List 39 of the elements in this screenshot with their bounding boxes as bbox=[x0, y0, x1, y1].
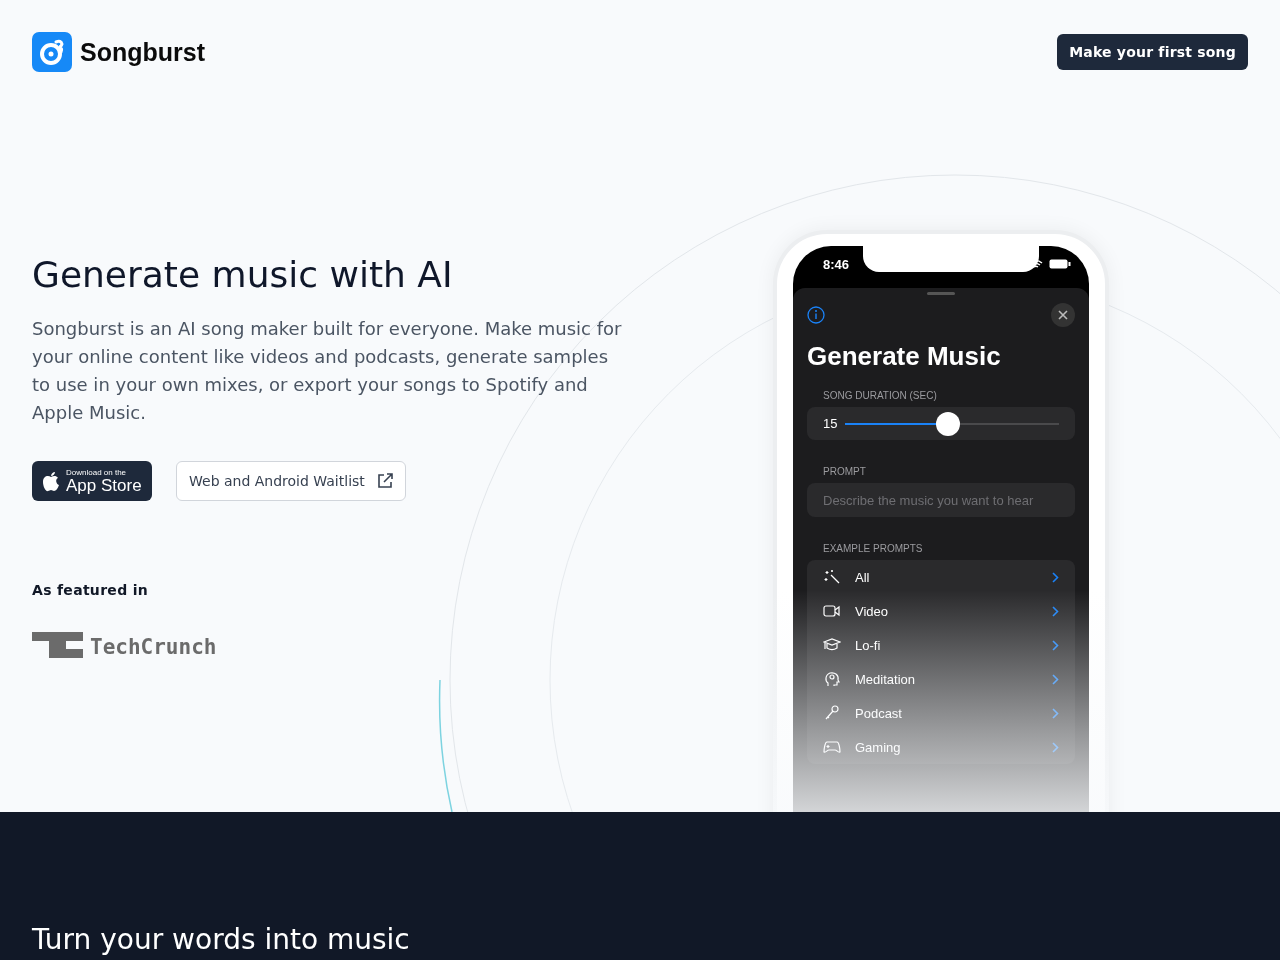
hero-title: Generate music with AI bbox=[32, 254, 454, 295]
section-label: EXAMPLE PROMPTS bbox=[823, 543, 924, 554]
section-label: SONG DURATION (SEC) bbox=[823, 390, 938, 401]
status-time: 8:46 bbox=[823, 256, 850, 272]
apple-icon bbox=[42, 470, 60, 492]
logo-icon bbox=[32, 32, 72, 72]
example-prompt-item[interactable]: Meditation bbox=[807, 662, 1075, 696]
chevron-right-icon bbox=[1052, 571, 1059, 583]
duration-slider[interactable] bbox=[845, 411, 1059, 436]
graduation-cap-icon bbox=[823, 637, 841, 653]
chevron-right-icon bbox=[1052, 673, 1059, 685]
techcrunch-wordmark: TechCrunch bbox=[90, 636, 217, 658]
external-link-icon bbox=[376, 473, 393, 489]
section-label: PROMPT bbox=[823, 466, 867, 477]
chevron-right-icon bbox=[1052, 639, 1059, 651]
chevron-right-icon bbox=[1052, 741, 1059, 753]
example-prompt-item[interactable]: All bbox=[807, 560, 1075, 594]
sheet-title: Generate Music bbox=[807, 341, 1002, 372]
featured-label: As featured in bbox=[32, 582, 149, 598]
close-button[interactable] bbox=[1051, 303, 1075, 327]
chevron-right-icon bbox=[1052, 605, 1059, 617]
waitlist-button[interactable]: Web and Android Waitlist bbox=[176, 461, 406, 501]
gamepad-icon bbox=[823, 739, 841, 755]
techcrunch-logo-icon bbox=[32, 632, 83, 658]
example-prompt-item[interactable]: Video bbox=[807, 594, 1075, 628]
brand-name: Songburst bbox=[80, 37, 205, 67]
magic-wand-icon bbox=[823, 569, 841, 585]
chevron-right-icon bbox=[1052, 707, 1059, 719]
info-icon[interactable] bbox=[807, 306, 825, 324]
hero-description: Songburst is an AI song maker built for everyone. Make music for your online content like videos and podcasts, generate samples to use in your own mixes, or export your songs to Spotify and Apple Music. bbox=[32, 317, 623, 425]
section-title: Turn your words into music bbox=[32, 923, 410, 956]
example-prompt-item[interactable]: Lo-fi bbox=[807, 628, 1075, 662]
duration-value: 15 bbox=[823, 416, 838, 431]
head-icon bbox=[823, 671, 841, 687]
cta-button[interactable]: Make your first song bbox=[1057, 34, 1248, 70]
battery-icon bbox=[1049, 259, 1071, 269]
close-icon bbox=[1058, 310, 1068, 320]
video-camera-icon bbox=[823, 603, 841, 619]
app-store-button[interactable]: Download on the App Store bbox=[32, 461, 152, 501]
